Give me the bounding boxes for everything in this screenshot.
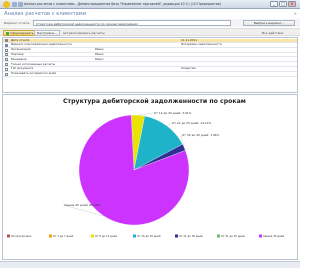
report-variant-bar: Вариант отчета: Структура дебиторской за… [0, 19, 300, 27]
refresh-calculations-button[interactable]: Актуализировать расчеты [63, 31, 105, 35]
legend-label: От 15 до 20 дней [137, 234, 161, 238]
row-checkbox[interactable] [5, 39, 8, 43]
setting-condition: Равно [95, 57, 104, 61]
slice-data-label: От 21 до 25 дней: 14,12% [172, 121, 211, 125]
setting-name: Партнер [11, 52, 24, 56]
setting-name: Вариант классификации задолженности [11, 43, 72, 47]
legend-label: От 8 до 14 дней [95, 234, 117, 238]
generate-label: Сформировать [10, 31, 34, 35]
setting-value: 11.11.2011 [181, 38, 198, 42]
legend-label: От 21 до 30 дней [179, 234, 203, 238]
form-title: Анализ расчетов с клиентами [4, 11, 87, 17]
all-actions-button[interactable]: Все действия [262, 31, 283, 35]
row-checkbox[interactable] [5, 63, 8, 67]
row-checkbox[interactable] [5, 67, 8, 71]
legend-swatch [217, 234, 220, 238]
legend-label: От 1 до 7 дней [53, 234, 74, 238]
legend-label: От 31 до 45 дней [221, 234, 245, 238]
slice-data-label: От 30 до 40 дней: 1,96% [182, 133, 220, 137]
minimize-button[interactable]: _ [270, 1, 278, 7]
window-title: Анализ расчетов с клиентами - Демонстрац… [24, 2, 222, 6]
form-close-icon[interactable]: × [294, 11, 297, 16]
variant-label: Вариант отчета: [4, 21, 31, 25]
setting-name: Дата отчета [11, 38, 30, 42]
variant-field[interactable]: Структура дебиторской задолженности по с… [33, 20, 231, 26]
legend-label: Свыше 45 дней [263, 234, 284, 238]
legend-swatch [49, 234, 52, 238]
row-checkbox[interactable] [5, 48, 8, 52]
legend-swatch [7, 234, 10, 238]
leader-line [137, 112, 154, 116]
chart-title: Структура дебиторской задолженности по с… [63, 97, 246, 105]
close-window-button[interactable]: × [288, 1, 296, 7]
setting-condition: Равно [95, 48, 104, 52]
setting-name: Только исполненные расчеты [11, 62, 56, 66]
row-checkbox[interactable] [5, 53, 8, 57]
app-logo-icon [3, 1, 10, 8]
form-header: Анализ расчетов с клиентами × [0, 10, 300, 19]
generate-button[interactable]: Сформировать [3, 30, 37, 36]
slice-data-label: От 14 до 20 дней: 3,91% [154, 111, 192, 115]
toolbar-icon[interactable] [18, 2, 23, 7]
row-checkbox[interactable] [5, 72, 8, 76]
slice-data-label: Свыше 45 дней: 80,00% [64, 203, 101, 207]
row-checkbox[interactable] [5, 43, 8, 47]
setting-value: Клиентам [181, 67, 196, 71]
status-bar [0, 261, 300, 268]
setting-condition: Равно [95, 52, 104, 56]
settings-row[interactable]: Показывать интервал по дням [3, 72, 297, 77]
maximize-button[interactable]: □ [279, 1, 287, 7]
setting-name: Показывать интервал по дням [11, 72, 57, 76]
choose-variant-button[interactable]: Выбрать вариант... [243, 20, 295, 26]
window-titlebar: Анализ расчетов с клиентами - Демонстрац… [0, 0, 300, 9]
chart-panel: Структура дебиторской задолженности по с… [2, 94, 298, 260]
setting-value: Интервалы задолженности [181, 43, 222, 47]
settings-label: Настройка... [37, 31, 57, 35]
setting-name: Организация [11, 48, 31, 52]
settings-button[interactable]: Настройка... [34, 30, 60, 36]
legend-swatch [175, 234, 178, 238]
command-bar: Сформировать Настройка... Актуализироват… [0, 28, 300, 36]
legend-label: Не просрочено [11, 234, 32, 238]
pie-chart: Структура дебиторской задолженности по с… [7, 97, 284, 238]
legend-swatch [259, 234, 262, 238]
legend-swatch [133, 234, 136, 238]
play-icon [6, 31, 9, 35]
leader-line [166, 122, 172, 126]
toolbar-icon[interactable] [12, 2, 17, 7]
legend-swatch [91, 234, 94, 238]
row-checkbox[interactable] [5, 58, 8, 62]
setting-name: Тип документа [11, 67, 34, 71]
setting-name: Менеджер [11, 57, 27, 61]
settings-grid: Дата отчета 11.11.2011 Вариант классификац… [2, 37, 298, 93]
